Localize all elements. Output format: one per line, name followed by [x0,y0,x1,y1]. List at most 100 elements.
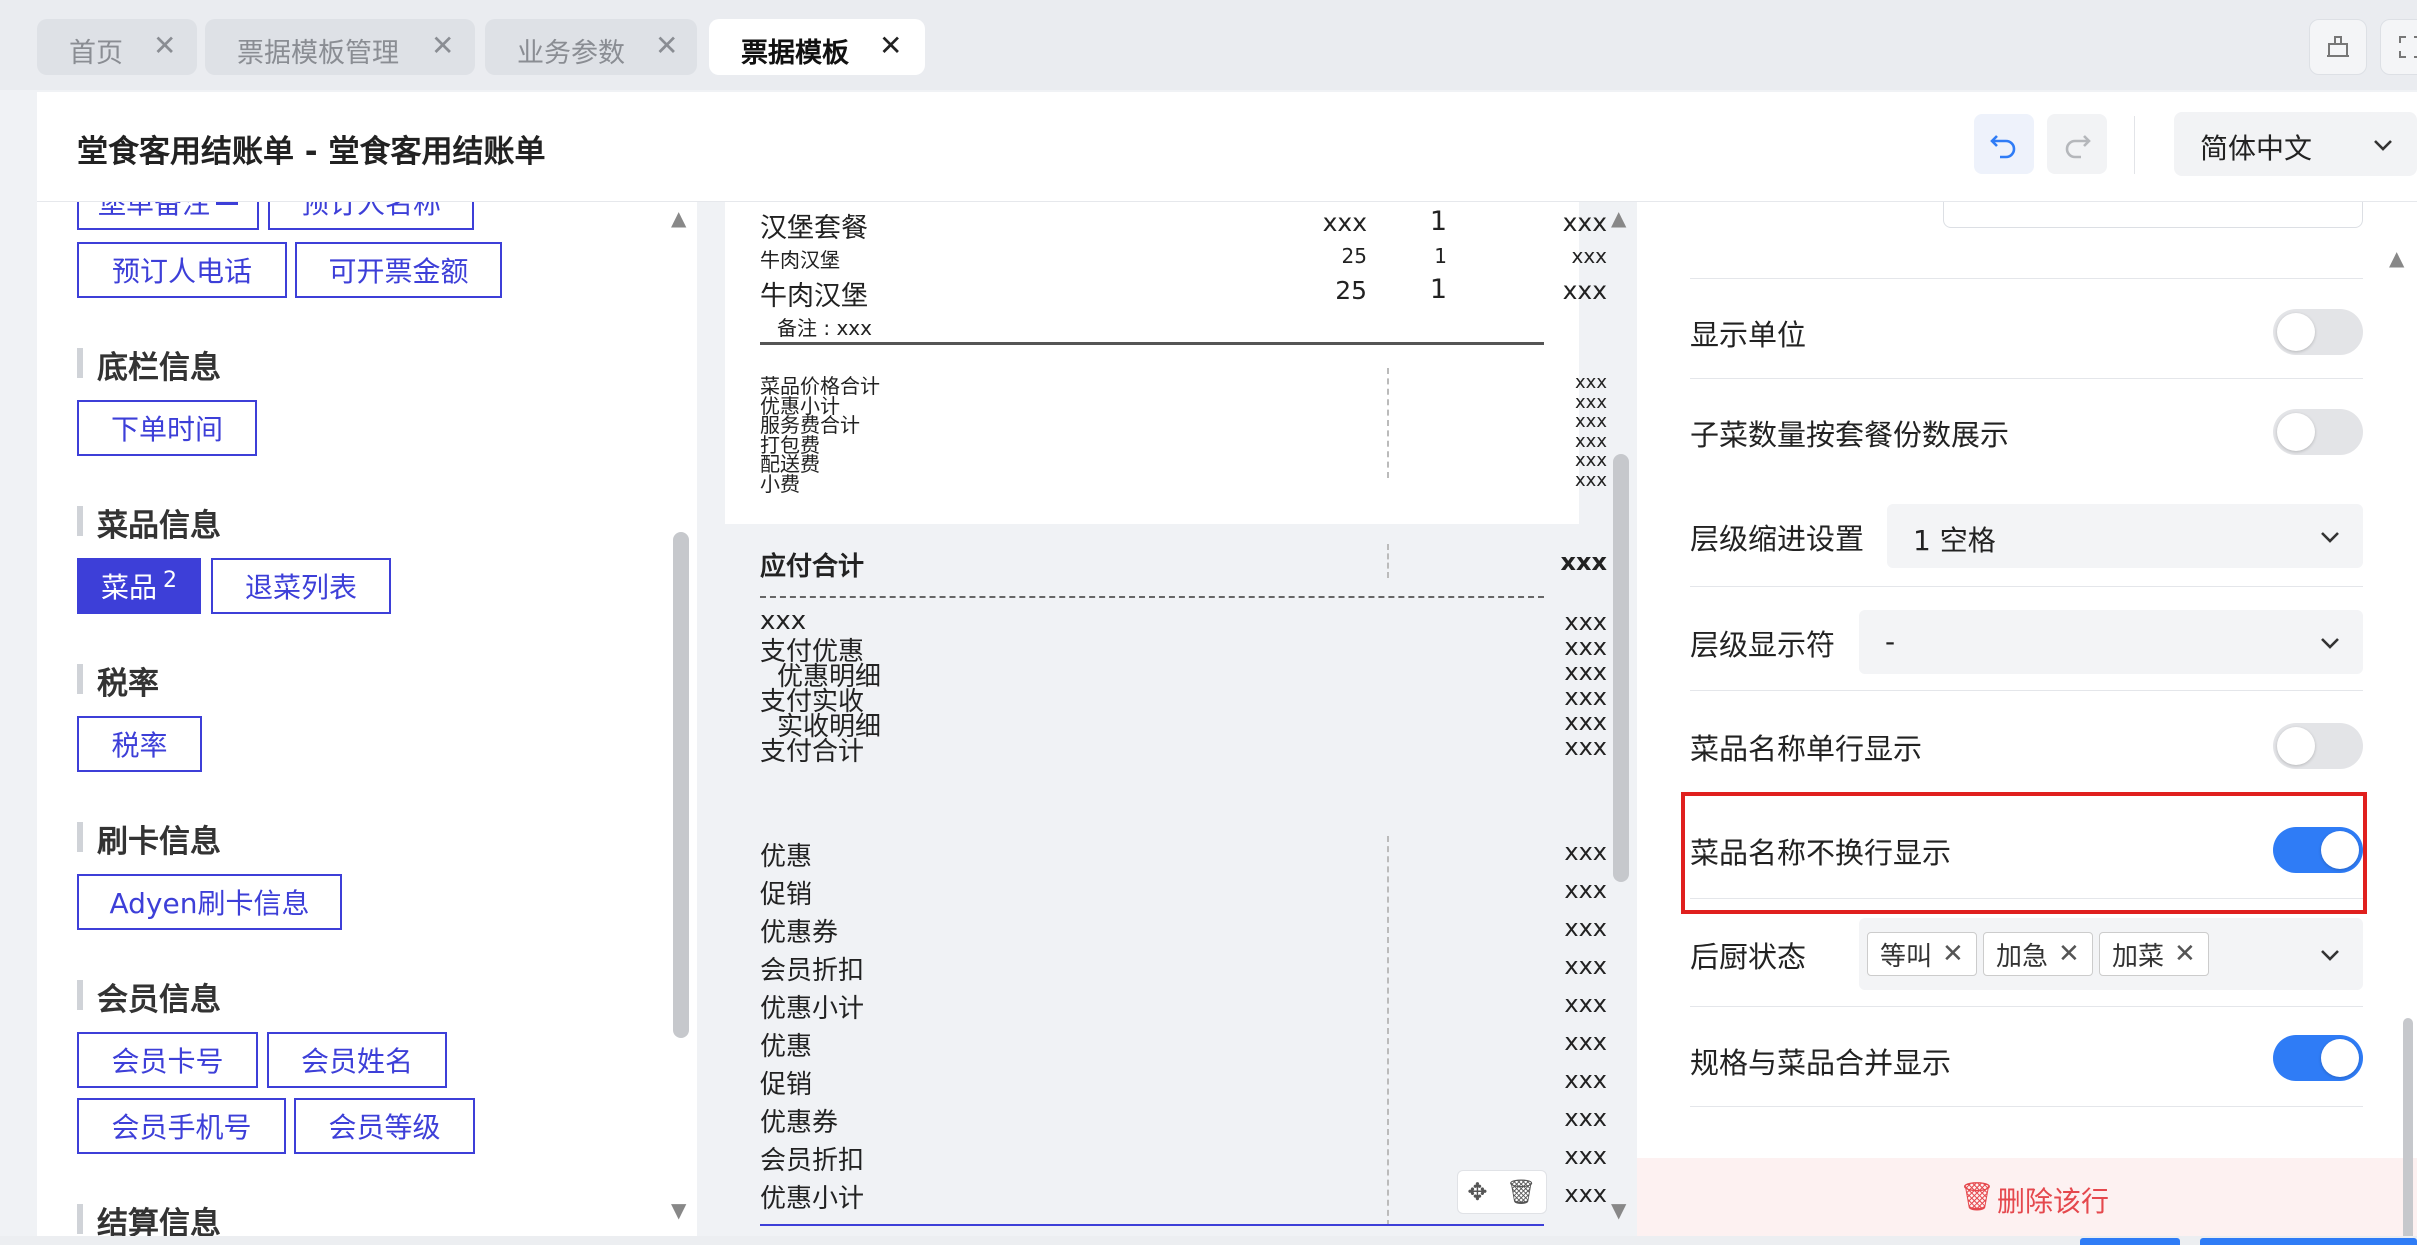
payments-value: xxx [1564,658,1607,686]
payments-value: xxx [1564,733,1607,761]
fullscreen-icon[interactable] [2380,19,2417,75]
discounts-value: xxx [1564,838,1607,866]
chip-return-list[interactable]: 退菜列表 [211,558,391,614]
close-icon[interactable]: ✕ [879,29,902,62]
move-icon[interactable]: ✥ [1467,1178,1487,1206]
badge: 1 [216,202,238,205]
chip-member-card[interactable]: 会员卡号 [77,1032,258,1088]
scroll-down-icon[interactable]: ▼ [671,1198,686,1222]
chip-invoice-amount[interactable]: 可开票金额 [295,242,502,298]
delete-row-label: 删除该行 [1997,1185,2110,1218]
discounts-label: 促销 [760,880,813,910]
total-value: xxx [1560,548,1607,576]
toggle-knob [2277,727,2315,765]
close-icon[interactable]: ✕ [2174,939,2196,969]
divider [1690,278,2363,279]
summary-value: xxx [1575,430,1607,452]
tab-home[interactable]: 首页 ✕ [37,19,197,75]
page-title: 堂食客用结账单 - 堂食客用结账单 [77,134,546,170]
footer-button[interactable] [2200,1238,2417,1245]
chip-member-name[interactable]: 会员姓名 [267,1032,447,1088]
chip-label: Adyen刷卡信息 [109,887,310,920]
discounts-value: xxx [1564,1180,1607,1208]
scroll-up-icon[interactable]: ▲ [671,206,686,230]
indent-select[interactable]: 1 空格 [1887,504,2363,568]
tab-template-management[interactable]: 票据模板管理 ✕ [205,19,475,75]
close-icon[interactable]: ✕ [655,29,678,62]
undo-button[interactable] [1974,114,2034,174]
single-line-toggle[interactable] [2273,723,2363,769]
chip-order-time[interactable]: 下单时间 [77,400,257,456]
close-icon[interactable]: ✕ [431,29,454,62]
chip-label: 税率 [111,729,168,762]
chip-label: 可开票金额 [328,255,469,288]
chip-member-phone[interactable]: 会员手机号 [77,1098,286,1154]
redo-button[interactable] [2047,114,2107,174]
footer-button[interactable] [2080,1238,2180,1245]
item-qty: 1 [1434,244,1447,268]
setting-label: 菜品名称不换行显示 [1690,836,1952,870]
level-symbol-select[interactable]: - [1859,610,2363,674]
discounts-value: xxx [1564,952,1607,980]
divider [2134,116,2135,174]
home-icon[interactable] [2309,19,2367,75]
no-wrap-toggle[interactable] [2273,827,2363,873]
show-unit-toggle[interactable] [2273,309,2363,355]
chip-label: 下单时间 [110,413,223,446]
item-total: xxx [1571,244,1607,268]
close-icon[interactable]: ✕ [2058,939,2080,969]
redo-icon [2065,135,2091,159]
discounts-label: 优惠券 [760,918,839,948]
chip-label: 会员等级 [328,1111,441,1144]
close-icon[interactable]: ✕ [153,29,176,62]
item-total: xxx [1562,276,1607,305]
tab-receipt-template[interactable]: 票据模板 ✕ [709,19,925,75]
kitchen-status-select[interactable]: 等叫 ✕ 加急 ✕ 加菜 ✕ [1859,918,2363,990]
chevron-down-icon [2321,532,2339,543]
scroll-up-icon[interactable]: ▲ [1611,206,1626,230]
chip-label: 退菜列表 [244,571,357,604]
section-title: 刷卡信息 [77,816,221,861]
item-note: 备注 : xxx [777,316,872,340]
merge-spec-toggle[interactable] [2273,1035,2363,1081]
input-field[interactable] [1943,202,2363,228]
chip-dishes[interactable]: 菜品 2 [77,558,201,614]
language-select[interactable]: 简体中文 [2174,112,2417,176]
tab-business-params[interactable]: 业务参数 ✕ [485,19,697,75]
delete-row-button[interactable]: 🗑 删除该行 [1637,1158,2417,1245]
chip-member-level[interactable]: 会员等级 [294,1098,475,1154]
chevron-down-icon [2374,140,2392,151]
discounts-label: 促销 [760,1070,813,1100]
divider [1690,690,2363,691]
scroll-up-icon[interactable]: ▲ [2389,246,2404,270]
summary-value: xxx [1575,470,1607,491]
chip-tax-rate[interactable]: 税率 [77,716,202,772]
scrollbar[interactable] [673,532,689,1038]
footer-bar [0,1236,2417,1245]
section-title: 菜品信息 [77,500,221,545]
tag-label: 加急 [1996,941,2049,972]
scrollbar[interactable] [2403,1018,2413,1245]
chip-adyen-card[interactable]: Adyen刷卡信息 [77,874,342,930]
sub-qty-toggle[interactable] [2273,409,2363,455]
discounts-value: xxx [1564,914,1607,942]
chip-booker-name[interactable]: 预订人名称 [268,202,474,230]
setting-label: 层级显示符 [1690,628,1836,662]
item-qty: 1 [1429,206,1447,237]
chip-label: 预订人电话 [111,255,252,288]
chevron-down-icon [2321,950,2339,961]
toggle-knob [2277,413,2315,451]
scroll-down-icon[interactable]: ▼ [1611,1198,1626,1222]
section-title: 会员信息 [77,974,221,1019]
toggle-knob [2321,1039,2359,1077]
payments-label: 支付合计 [760,737,865,767]
scrollbar[interactable] [1613,454,1629,882]
chip-label: 会员姓名 [300,1045,413,1078]
close-icon[interactable]: ✕ [1942,939,1964,969]
item-qty: 1 [1429,274,1447,305]
chip-booker-phone[interactable]: 预订人电话 [77,242,287,298]
chip-order-note[interactable]: 堡单备注 1 [77,202,259,230]
payments-value: xxx [1564,683,1607,711]
tab-label: 首页 [69,38,123,69]
payments-value: xxx [1564,633,1607,661]
